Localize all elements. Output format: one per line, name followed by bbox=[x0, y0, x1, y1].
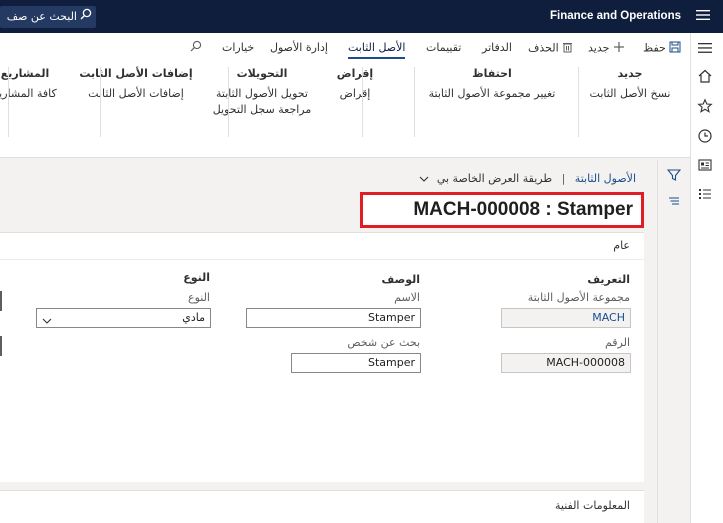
home-icon[interactable] bbox=[697, 68, 717, 88]
favorites-star-icon[interactable] bbox=[697, 98, 717, 118]
filter-icon[interactable] bbox=[666, 168, 682, 185]
page-title: MACH-000008 : Stamper bbox=[413, 199, 633, 220]
all-projects-button[interactable]: كافة المشاريع bbox=[0, 86, 66, 102]
number-label: الرقم bbox=[604, 336, 630, 349]
ribbon-group-title: احتفاظ bbox=[472, 67, 512, 80]
ribbon-group-title: التحويلات bbox=[236, 67, 288, 80]
ribbon-separator bbox=[8, 67, 9, 137]
ribbon-group-new: جديد نسخ الأصل الثابت bbox=[580, 67, 680, 102]
ribbon-group-lending: إقراض إقراض bbox=[332, 67, 378, 102]
general-fasttab: عام التعريف مجموعة الأصول الثابتة MACH ا… bbox=[0, 232, 644, 482]
trash-icon bbox=[562, 41, 573, 56]
tab-options[interactable]: خيارات bbox=[222, 41, 254, 54]
fasttab-header-technical[interactable]: المعلومات الفنية bbox=[555, 499, 630, 512]
type-label: النوع bbox=[188, 291, 210, 304]
plus-icon bbox=[613, 41, 625, 56]
recent-clock-icon[interactable] bbox=[697, 128, 717, 148]
technical-info-fasttab: المعلومات الفنية bbox=[0, 490, 644, 523]
chevron-down-icon bbox=[419, 173, 429, 186]
type-select-value: مادي bbox=[182, 311, 205, 324]
asset-group-field[interactable]: MACH bbox=[501, 308, 631, 328]
type-select[interactable]: مادي bbox=[36, 308, 211, 328]
row-search-box[interactable]: البحث عن صف bbox=[0, 6, 96, 28]
breadcrumb: الأصول الثابتة | طريقة العرض الخاصة بي bbox=[419, 172, 636, 186]
top-bar: البحث عن صف Finance and Operations bbox=[0, 0, 723, 33]
number-field[interactable]: MACH-000008 bbox=[501, 353, 631, 373]
ribbon-group-additions: إضافات الأصل الثابت إضافات الأصل الثابت bbox=[77, 67, 195, 102]
save-label: حفظ bbox=[643, 41, 666, 55]
person-search-field[interactable]: Stamper bbox=[291, 353, 421, 373]
edge-marker bbox=[0, 336, 2, 356]
ribbon-separator bbox=[100, 67, 101, 137]
new-label: جديد bbox=[588, 41, 610, 55]
asset-group-label: مجموعة الأصول الثابتة bbox=[527, 291, 630, 304]
person-search-label: بحث عن شخص bbox=[347, 336, 420, 349]
search-icon bbox=[80, 6, 92, 28]
ribbon-group-transfers: التحويلات تحويل الأصول الثابتة مراجعة سج… bbox=[206, 67, 318, 118]
transfer-fixed-assets-button[interactable]: تحويل الأصول الثابتة bbox=[206, 86, 318, 102]
tab-books[interactable]: الدفاتر bbox=[482, 41, 512, 54]
page-tools-column bbox=[657, 160, 690, 523]
name-field[interactable]: Stamper bbox=[246, 308, 421, 328]
save-disk-icon bbox=[669, 41, 681, 56]
app-title: Finance and Operations bbox=[550, 10, 681, 22]
ribbon-separator bbox=[414, 67, 415, 137]
lend-button[interactable]: إقراض bbox=[332, 86, 378, 102]
fixed-asset-additions-button[interactable]: إضافات الأصل الثابت bbox=[77, 86, 195, 102]
ribbon-group-projects: المشاريع كافة المشاريع bbox=[0, 67, 66, 102]
save-button[interactable]: حفظ bbox=[643, 41, 681, 56]
ribbon-separator bbox=[362, 67, 363, 137]
tab-asset-management[interactable]: إدارة الأصول bbox=[270, 41, 328, 54]
ribbon-group-retention: احتفاظ تغيير مجموعة الأصول الثابتة bbox=[411, 67, 573, 102]
view-selector[interactable]: طريقة العرض الخاصة بي bbox=[419, 172, 552, 185]
tab-valuations[interactable]: تقييمات bbox=[426, 41, 461, 54]
divider bbox=[0, 259, 644, 260]
ribbon-separator bbox=[228, 67, 229, 137]
ribbon: جديد نسخ الأصل الثابت احتفاظ تغيير مجموع… bbox=[0, 61, 690, 158]
section-title-type: النوع bbox=[183, 271, 210, 284]
breadcrumb-root-link[interactable]: الأصول الثابتة bbox=[575, 172, 636, 185]
chevron-down-icon bbox=[42, 313, 52, 324]
delete-button[interactable]: الحذف bbox=[528, 41, 573, 56]
workspaces-icon[interactable] bbox=[697, 157, 717, 177]
fasttab-header-general[interactable]: عام bbox=[613, 239, 630, 252]
delete-label: الحذف bbox=[528, 41, 559, 55]
search-label: البحث عن صف bbox=[6, 10, 77, 23]
name-label: الاسم bbox=[394, 291, 420, 304]
ribbon-group-title: جديد bbox=[617, 67, 643, 80]
edge-marker bbox=[0, 291, 2, 311]
modules-list-icon[interactable] bbox=[697, 186, 717, 206]
hamburger-menu-icon[interactable] bbox=[695, 8, 715, 24]
action-pane-tabs: خيارات إدارة الأصول الأصل الثابت تقييمات… bbox=[0, 33, 690, 61]
record-title-highlight: MACH-000008 : Stamper bbox=[360, 192, 644, 228]
review-transfer-history-button[interactable]: مراجعة سجل التحويل bbox=[206, 102, 318, 118]
section-title-identification: التعريف bbox=[587, 273, 630, 286]
section-title-description: الوصف bbox=[381, 273, 420, 286]
view-selector-label: طريقة العرض الخاصة بي bbox=[436, 172, 553, 185]
list-panel-icon[interactable] bbox=[667, 194, 681, 211]
navigation-rail bbox=[690, 33, 723, 523]
search-icon[interactable] bbox=[190, 40, 202, 55]
menu-icon[interactable] bbox=[697, 41, 717, 61]
breadcrumb-separator: | bbox=[561, 172, 566, 185]
ribbon-separator bbox=[578, 67, 579, 137]
copy-fixed-asset-button[interactable]: نسخ الأصل الثابت bbox=[580, 86, 680, 102]
tab-fixed-asset[interactable]: الأصل الثابت bbox=[348, 41, 406, 59]
ribbon-group-title: إضافات الأصل الثابت bbox=[79, 67, 193, 80]
ribbon-group-title: المشاريع bbox=[0, 67, 50, 80]
new-button[interactable]: جديد bbox=[588, 41, 625, 56]
ribbon-group-title: إقراض bbox=[336, 67, 374, 80]
change-asset-group-button[interactable]: تغيير مجموعة الأصول الثابتة bbox=[411, 86, 573, 102]
